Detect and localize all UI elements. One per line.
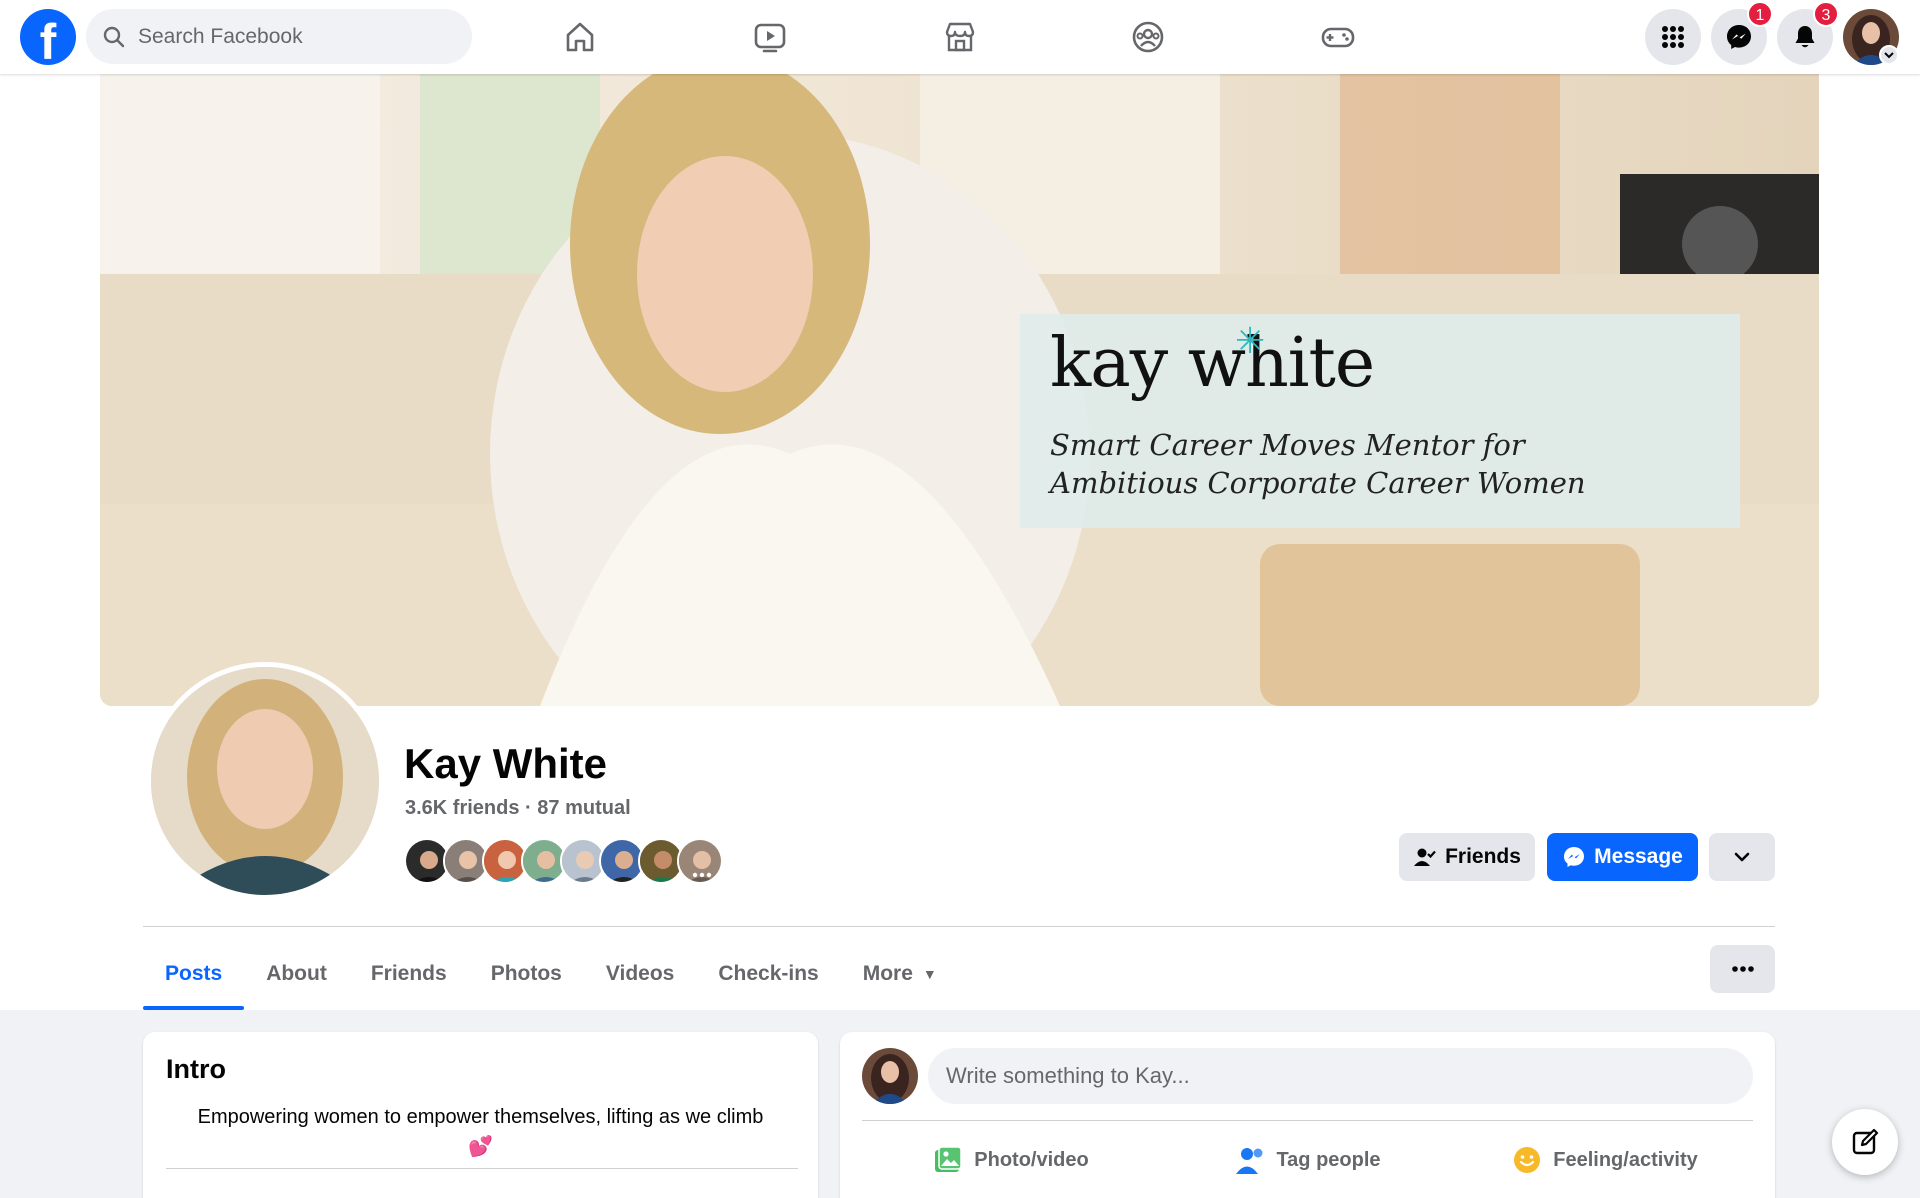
- photo-video-button[interactable]: Photo/video: [862, 1132, 1159, 1188]
- tab-posts[interactable]: Posts: [143, 938, 245, 1010]
- intro-bio: Empowering women to empower themselves, …: [163, 1102, 798, 1162]
- nav-marketplace[interactable]: [936, 13, 984, 61]
- more-options-button[interactable]: [1710, 945, 1775, 993]
- search-input[interactable]: [138, 24, 458, 49]
- profile-picture[interactable]: [146, 662, 384, 900]
- messenger-badge: 1: [1747, 1, 1773, 27]
- message-button[interactable]: Message: [1547, 833, 1698, 881]
- message-button-label: Message: [1594, 845, 1683, 868]
- chevron-down-icon: [1884, 52, 1894, 59]
- account-menu-chevron[interactable]: [1879, 45, 1899, 65]
- messenger-button[interactable]: 1: [1711, 1, 1773, 65]
- intro-divider: [166, 1168, 798, 1169]
- photo-icon: [935, 1146, 963, 1172]
- header-divider: [143, 926, 1775, 927]
- cover-brand-name: kay white: [1050, 324, 1375, 403]
- search-box[interactable]: [86, 9, 472, 64]
- profile-friend-counts[interactable]: 3.6K friends · 87 mutual: [405, 797, 631, 820]
- notifications-badge: 3: [1813, 1, 1839, 27]
- messenger-icon: [1727, 25, 1751, 49]
- friends-button[interactable]: Friends: [1399, 833, 1535, 881]
- new-message-button[interactable]: [1832, 1109, 1898, 1175]
- search-icon: [103, 26, 125, 47]
- sparkle-icon: ✳: [1235, 320, 1266, 361]
- bell-icon: [1795, 26, 1815, 48]
- friends-button-label: Friends: [1445, 845, 1521, 868]
- composer-input[interactable]: [928, 1048, 1753, 1104]
- home-icon: [566, 22, 594, 52]
- tab-more[interactable]: More ▼: [841, 938, 959, 1010]
- groups-icon: [1132, 21, 1164, 53]
- tab-about[interactable]: About: [244, 938, 349, 1010]
- tag-people-label: Tag people: [1276, 1148, 1381, 1171]
- facebook-logo[interactable]: f: [20, 9, 76, 65]
- messenger-icon: [1564, 847, 1585, 867]
- composer-actions: Photo/video Tag people Feeling/activity: [862, 1132, 1753, 1188]
- profile-tabs: Posts About Friends Photos Videos Check-…: [143, 938, 959, 1010]
- mutual-friends-count[interactable]: 87 mutual: [537, 797, 630, 819]
- mutual-friend-avatar[interactable]: [677, 838, 723, 884]
- caret-down-icon: ▼: [922, 966, 937, 982]
- composer-avatar[interactable]: [862, 1048, 918, 1104]
- tab-friends[interactable]: Friends: [349, 938, 469, 1010]
- cover-tagline-line1: Smart Career Moves Mentor for: [1050, 428, 1525, 462]
- tab-photos[interactable]: Photos: [469, 938, 584, 1010]
- cover-photo[interactable]: kay white ✳ Smart Career Moves Mentor fo…: [100, 74, 1819, 706]
- feeling-activity-button[interactable]: Feeling/activity: [1456, 1132, 1753, 1188]
- tab-more-label: More: [862, 962, 913, 985]
- cover-tagline-line2: Ambitious Corporate Career Women: [1050, 466, 1586, 500]
- cover-text-panel: kay white ✳ Smart Career Moves Mentor fo…: [1020, 314, 1740, 528]
- intro-card: Intro Empowering women to empower themse…: [143, 1032, 818, 1198]
- profile-options-dropdown[interactable]: [1709, 833, 1775, 881]
- marketplace-icon: [945, 22, 975, 52]
- photo-video-label: Photo/video: [974, 1148, 1089, 1171]
- tag-people-icon: [1236, 1148, 1263, 1174]
- gaming-icon: [1321, 27, 1355, 48]
- profile-name: Kay White: [404, 740, 608, 787]
- compose-icon: [1852, 1128, 1879, 1155]
- friends-count[interactable]: 3.6K friends: [405, 797, 519, 819]
- nav-groups[interactable]: [1124, 13, 1172, 61]
- tab-videos[interactable]: Videos: [584, 938, 696, 1010]
- facebook-logo-letter: f: [39, 14, 57, 65]
- tab-check-ins[interactable]: Check-ins: [696, 938, 840, 1010]
- menu-grid-icon: [1662, 26, 1684, 48]
- tag-people-button[interactable]: Tag people: [1159, 1132, 1456, 1188]
- nav-home[interactable]: [556, 13, 604, 61]
- hearts-emoji: 💕: [468, 1136, 493, 1158]
- menu-button[interactable]: [1645, 9, 1701, 65]
- ellipsis-icon: [1731, 966, 1754, 972]
- cover-tagline: Smart Career Moves Mentor for Ambitious …: [1050, 426, 1586, 502]
- nav-watch[interactable]: [746, 13, 794, 61]
- watch-icon: [754, 23, 786, 53]
- feeling-activity-label: Feeling/activity: [1553, 1148, 1698, 1171]
- notifications-button[interactable]: 3: [1777, 1, 1839, 65]
- composer-divider: [862, 1120, 1753, 1121]
- post-composer: Photo/video Tag people Feeling/activity: [840, 1032, 1775, 1198]
- top-navigation-bar: f 1 3: [0, 0, 1920, 74]
- nav-gaming[interactable]: [1314, 13, 1362, 61]
- intro-bio-text: Empowering women to empower themselves, …: [197, 1106, 764, 1128]
- smiley-icon: [1514, 1147, 1541, 1173]
- count-separator: ·: [525, 797, 532, 819]
- chevron-down-icon: [1734, 852, 1750, 862]
- friend-check-icon: [1414, 848, 1436, 866]
- intro-title: Intro: [166, 1054, 226, 1084]
